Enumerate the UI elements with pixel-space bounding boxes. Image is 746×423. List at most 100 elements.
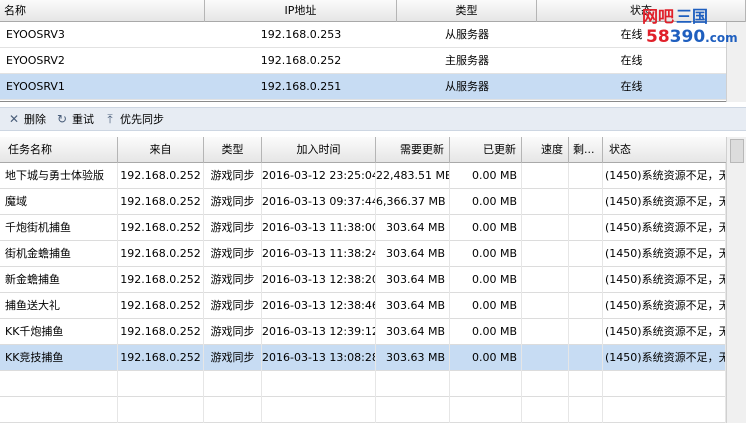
task-type: 游戏同步 bbox=[204, 267, 262, 293]
task-name: KK千炮捕鱼 bbox=[0, 319, 118, 345]
empty-cell bbox=[0, 397, 118, 423]
task-name: 街机金蟾捕鱼 bbox=[0, 241, 118, 267]
task-need-update: 303.64 MB bbox=[376, 319, 450, 345]
task-need-update: 303.64 MB bbox=[376, 241, 450, 267]
server-type: 主服务器 bbox=[445, 54, 489, 67]
empty-cell bbox=[450, 397, 522, 423]
svg-text:三国: 三国 bbox=[676, 7, 708, 26]
task-speed bbox=[522, 319, 569, 345]
col-header-name[interactable]: 名称 bbox=[0, 0, 205, 22]
empty-cell bbox=[569, 371, 603, 397]
retry-button[interactable]: ↻ 重试 bbox=[56, 109, 94, 129]
task-row[interactable]: KK千炮捕鱼 192.168.0.252 游戏同步 2016-03-13 12:39:… bbox=[0, 319, 726, 345]
server-row[interactable]: EYOOSRV1 192.168.0.251 从服务器 在线 bbox=[0, 74, 726, 100]
task-from: 192.168.0.252 bbox=[118, 319, 204, 345]
col-header-status[interactable]: 状态 bbox=[603, 137, 746, 163]
empty-cell bbox=[569, 397, 603, 423]
task-status: (1450)系统资源不足，无... bbox=[603, 267, 726, 293]
task-status: (1450)系统资源不足，无... bbox=[603, 345, 726, 371]
delete-button[interactable]: ✕ 删除 bbox=[8, 109, 46, 129]
priority-sync-label: 优先同步 bbox=[120, 113, 164, 126]
server-row[interactable]: EYOOSRV3 192.168.0.253 从服务器 在线 bbox=[0, 22, 726, 48]
col-header-from[interactable]: 来自 bbox=[118, 137, 204, 163]
task-speed bbox=[522, 345, 569, 371]
server-type: 从服务器 bbox=[445, 80, 489, 93]
delete-label: 删除 bbox=[24, 113, 46, 126]
task-row[interactable]: KK竞技捕鱼 192.168.0.252 游戏同步 2016-03-13 13:08:… bbox=[0, 345, 726, 371]
task-from: 192.168.0.252 bbox=[118, 163, 204, 189]
empty-cell bbox=[262, 371, 376, 397]
task-list-header: 任务名称 来自 类型 加入时间 需要更新 已更新 速度 剩... 状态 bbox=[0, 137, 746, 163]
empty-cell bbox=[376, 371, 450, 397]
task-from: 192.168.0.252 bbox=[118, 215, 204, 241]
server-ip: 192.168.0.253 bbox=[260, 28, 342, 41]
col-header-task-name[interactable]: 任务名称 bbox=[0, 137, 118, 163]
site-logo: 网吧 三国 58390.com bbox=[642, 7, 738, 46]
empty-cell bbox=[603, 371, 726, 397]
empty-cell bbox=[0, 371, 118, 397]
task-type: 游戏同步 bbox=[204, 319, 262, 345]
empty-row bbox=[0, 397, 726, 423]
task-row[interactable]: 魔域 192.168.0.252 游戏同步 2016-03-13 09:37:44 6,… bbox=[0, 189, 726, 215]
col-header-ip[interactable]: IP地址 bbox=[205, 0, 397, 22]
task-type: 游戏同步 bbox=[204, 293, 262, 319]
move-top-icon: ⤒ bbox=[107, 111, 113, 126]
empty-cell bbox=[603, 397, 726, 423]
col-header-updated[interactable]: 已更新 bbox=[450, 137, 522, 163]
server-name: EYOOSRV2 bbox=[6, 54, 65, 67]
task-status: (1450)系统资源不足，无... bbox=[603, 293, 726, 319]
col-header-need-update[interactable]: 需要更新 bbox=[376, 137, 450, 163]
empty-cell bbox=[118, 397, 204, 423]
task-row[interactable]: 捕鱼送大礼 192.168.0.252 游戏同步 2016-03-13 12:38:4… bbox=[0, 293, 726, 319]
task-status: (1450)系统资源不足，无... bbox=[603, 163, 726, 189]
task-row[interactable]: 地下城与勇士体验版 192.168.0.252 游戏同步 2016-03-12 23:… bbox=[0, 163, 726, 189]
task-status: (1450)系统资源不足，无... bbox=[603, 215, 726, 241]
server-status: 在线 bbox=[620, 54, 643, 67]
col-header-speed[interactable]: 速度 bbox=[522, 137, 569, 163]
task-need-update: 6,366.37 MB bbox=[376, 189, 450, 215]
col-header-type[interactable]: 类型 bbox=[397, 0, 537, 22]
task-name: 魔域 bbox=[0, 189, 118, 215]
task-type: 游戏同步 bbox=[204, 345, 262, 371]
empty-cell bbox=[522, 397, 569, 423]
empty-cell bbox=[118, 371, 204, 397]
task-type: 游戏同步 bbox=[204, 215, 262, 241]
task-added-time: 2016-03-12 23:25:04 bbox=[262, 163, 376, 189]
task-row[interactable]: 千炮街机捕鱼 192.168.0.252 游戏同步 2016-03-13 11:38:… bbox=[0, 215, 726, 241]
priority-sync-button[interactable]: ⤒ 优先同步 bbox=[104, 109, 164, 129]
server-row[interactable]: EYOOSRV2 192.168.0.252 主服务器 在线 bbox=[0, 48, 726, 74]
task-speed bbox=[522, 215, 569, 241]
empty-row bbox=[0, 371, 726, 397]
server-type: 从服务器 bbox=[445, 28, 489, 41]
server-status: 在线 bbox=[620, 80, 643, 93]
task-remaining bbox=[569, 345, 603, 371]
col-header-remaining[interactable]: 剩... bbox=[569, 137, 603, 163]
task-need-update: 303.64 MB bbox=[376, 293, 450, 319]
task-list-scrollbar[interactable] bbox=[726, 137, 746, 423]
task-name: 千炮街机捕鱼 bbox=[0, 215, 118, 241]
task-speed bbox=[522, 241, 569, 267]
task-name: 地下城与勇士体验版 bbox=[0, 163, 118, 189]
server-list-header: 名称 IP地址 类型 状态 bbox=[0, 0, 746, 22]
task-row[interactable]: 新金蟾捕鱼 192.168.0.252 游戏同步 2016-03-13 12:38:2… bbox=[0, 267, 726, 293]
task-type: 游戏同步 bbox=[204, 163, 262, 189]
task-added-time: 2016-03-13 11:38:24 bbox=[262, 241, 376, 267]
task-speed bbox=[522, 267, 569, 293]
task-from: 192.168.0.252 bbox=[118, 293, 204, 319]
scrollbar-thumb[interactable] bbox=[730, 139, 744, 163]
task-need-update: 22,483.51 MB bbox=[376, 163, 450, 189]
task-speed bbox=[522, 293, 569, 319]
task-remaining bbox=[569, 293, 603, 319]
server-ip: 192.168.0.252 bbox=[260, 54, 342, 67]
col-header-type[interactable]: 类型 bbox=[204, 137, 262, 163]
task-updated: 0.00 MB bbox=[450, 163, 522, 189]
task-remaining bbox=[569, 215, 603, 241]
task-row[interactable]: 街机金蟾捕鱼 192.168.0.252 游戏同步 2016-03-13 11:38:… bbox=[0, 241, 726, 267]
task-need-update: 303.64 MB bbox=[376, 267, 450, 293]
task-name: 新金蟾捕鱼 bbox=[0, 267, 118, 293]
server-name: EYOOSRV1 bbox=[6, 80, 65, 93]
task-updated: 0.00 MB bbox=[450, 293, 522, 319]
task-need-update: 303.63 MB bbox=[376, 345, 450, 371]
col-header-added-time[interactable]: 加入时间 bbox=[262, 137, 376, 163]
task-remaining bbox=[569, 163, 603, 189]
